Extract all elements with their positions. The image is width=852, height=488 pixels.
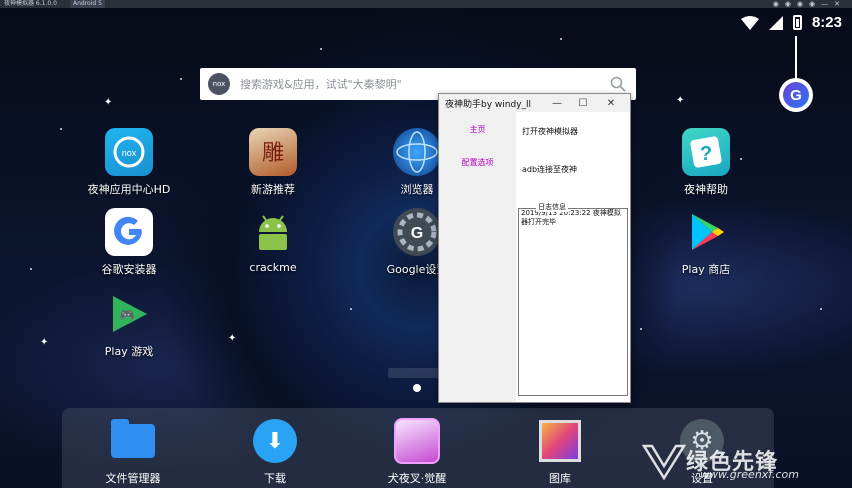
app-play-store[interactable]: Play 商店 [651,208,761,277]
app-label: 谷歌安装器 [101,263,157,276]
dock-file-manager[interactable]: 文件管理器 [78,418,188,486]
svg-text:雕: 雕 [262,141,284,166]
app-label: 夜神应用中心HD [87,183,171,196]
dock-label: 下载 [264,472,286,485]
inuyasha-game-icon [394,418,440,464]
watermark-url: www.greenxf.com [700,468,799,481]
signal-icon [768,15,783,30]
minimize-button[interactable]: — [546,94,568,112]
nav-home-link[interactable]: 主页 [439,124,516,135]
star [180,78,182,80]
adb-connect-button[interactable]: adb连接至夜神 [522,164,577,175]
play-store-icon [682,208,730,256]
sparkle: ✦ [676,95,685,106]
app-label: Play 商店 [681,263,731,276]
page-indicator-dot[interactable] [413,384,421,392]
emulator-titlebar: 夜神模拟器 6.1.0.0 Android 5 ◉◉◉◉—✕ [0,0,852,8]
wifi-icon [740,15,759,30]
google-widget-line [795,36,797,82]
browser-globe-icon [393,128,441,176]
android-home-screen: ✦ ✦ ✦ ✦ 8:23 G nox 搜索游戏&应用，试试"大秦黎明" nox … [0,8,852,488]
dock-label: 犬夜叉·觉醒 [387,472,447,485]
app-nox-help[interactable]: ? 夜神帮助 [651,128,761,197]
sparkle: ✦ [228,333,237,344]
star [60,128,62,130]
google-g-icon: G [783,82,809,108]
dock-label: 图库 [549,472,571,485]
google-settings-gear-icon: G [393,208,441,256]
search-icon[interactable] [610,76,626,92]
app-crackme[interactable]: crackme [218,208,328,274]
gallery-icon [537,418,583,464]
app-google-installer[interactable]: 谷歌安装器 [74,208,184,277]
nox-logo-icon: nox [208,73,230,95]
download-icon: ⬇ [252,418,298,464]
app-label: crackme [249,261,297,274]
svg-text:nox: nox [122,148,137,158]
star [820,308,822,310]
dock-inuyasha[interactable]: 犬夜叉·觉醒 [362,418,472,486]
close-button[interactable]: ✕ [600,94,622,112]
svg-text:?: ? [700,143,712,165]
app-new-games[interactable]: 雕 新游推荐 [218,128,328,197]
star [640,328,642,330]
helper-sidebar: 主页 配置选项 [439,112,516,402]
android-version-tag: Android 5 [70,0,105,8]
star [30,268,32,270]
log-textbox[interactable]: 2019/9/13 20:23:22 夜神模拟器打开完毕 [518,208,628,396]
google-g-icon [105,208,153,256]
search-placeholder[interactable]: 搜索游戏&应用，试试"大秦黎明" [240,76,402,92]
emulator-title: 夜神模拟器 6.1.0.0 [4,0,57,7]
open-emulator-button[interactable]: 打开夜神模拟器 [522,126,578,137]
helper-main-panel: 打开夜神模拟器 adb连接至夜神 日志信息 2019/9/13 20:23:22… [516,112,630,402]
dock-label: 文件管理器 [105,472,161,485]
nav-config-link[interactable]: 配置选项 [439,157,516,168]
star [560,38,562,40]
app-label: 夜神帮助 [684,183,728,196]
status-clock: 8:23 [811,14,842,31]
app-label: 新游推荐 [251,183,295,196]
log-groupbox-label: 日志信息 [536,202,568,212]
emulator-window-controls[interactable]: ◉◉◉◉—✕ [773,0,846,8]
app-label: Play 游戏 [104,345,154,358]
status-bar: 8:23 [740,14,842,31]
helper-window-titlebar[interactable]: 夜神助手by windy_ll — ☐ ✕ [439,94,630,112]
svg-text:🎮: 🎮 [120,308,135,322]
sparkle: ✦ [104,97,113,108]
app-play-games[interactable]: 🎮 Play 游戏 [74,290,184,359]
app-nox-center[interactable]: nox 夜神应用中心HD [74,128,184,197]
google-widget-button[interactable]: G [779,78,813,112]
folder-icon [110,418,156,464]
watermark-logo-icon [642,444,686,481]
android-robot-icon [249,208,297,256]
battery-icon [792,15,802,30]
play-games-icon: 🎮 [105,290,153,338]
dock-download[interactable]: ⬇ 下载 [220,418,330,486]
watermark: 绿色先锋 www.greenxf.com [642,438,799,482]
new-games-icon: 雕 [249,128,297,176]
help-question-icon: ? [682,128,730,176]
dock-gallery[interactable]: 图库 [505,418,615,486]
sparkle: ✦ [40,337,49,348]
maximize-button[interactable]: ☐ [572,94,594,112]
star [350,308,352,310]
helper-window-title: 夜神助手by windy_ll [445,99,532,110]
star [320,48,322,50]
helper-window: 夜神助手by windy_ll — ☐ ✕ 主页 配置选项 打开夜神模拟器 ad… [438,93,631,403]
svg-text:G: G [411,225,423,242]
nox-center-icon: nox [105,128,153,176]
